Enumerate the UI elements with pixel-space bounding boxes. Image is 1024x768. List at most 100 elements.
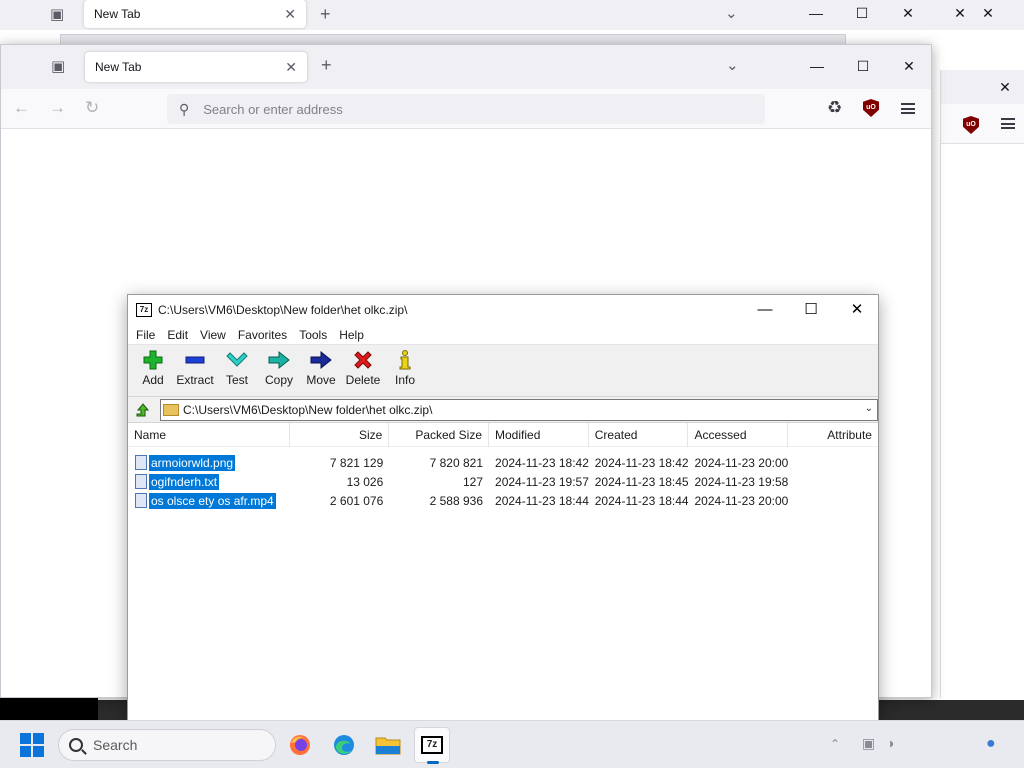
minimize-button[interactable]: — [804,6,828,20]
extract-label: Extract [176,373,214,387]
close-button[interactable]: ✕ [896,6,920,20]
file-size: 13 026 [346,474,384,489]
tab-list-icon[interactable]: ▣ [50,7,64,22]
extract-button[interactable]: Extract [174,349,216,387]
extensions-icon[interactable]: ♻ [827,99,842,116]
folder-icon [163,403,179,416]
close-button-2[interactable]: ✕ [948,6,972,20]
file-created: 2024-11-23 18:42 [594,455,689,470]
file-explorer-taskbar-button[interactable] [370,727,406,763]
path-field[interactable]: C:\Users\VM6\Desktop\New folder\het olkc… [160,398,878,421]
up-folder-button[interactable] [132,400,154,420]
close-button-3[interactable]: ✕ [976,6,1000,20]
file-row[interactable]: os olsce ety os afr.mp4 2 601 076 2 588 … [128,491,878,510]
check-icon [225,349,249,371]
taskbar-search[interactable] [58,729,276,761]
menu-bar: File Edit View Favorites Tools Help [128,325,878,345]
edge-icon [334,735,354,755]
file-list: Name Size Packed Size Modified Created A… [128,423,878,719]
image-file-icon [135,455,147,470]
chevron-down-icon[interactable]: ⌄ [725,6,738,21]
column-packed-size[interactable]: Packed Size [389,423,490,447]
close-button[interactable]: ✕ [842,302,872,317]
file-created: 2024-11-23 18:44 [594,493,689,508]
menu-view[interactable]: View [194,328,232,342]
info-button[interactable]: Info [384,349,426,387]
menu-favorites[interactable]: Favorites [232,328,293,342]
add-label: Add [142,373,164,387]
move-button[interactable]: Move [300,349,342,387]
file-accessed: 2024-11-23 20:00 [694,493,789,508]
chevron-down-icon[interactable]: ⌄ [726,58,739,73]
tab-list-icon[interactable]: ▣ [51,59,65,74]
window-title: C:\Users\VM6\Desktop\New folder\het olkc… [158,303,408,317]
nav-bar-right: uO [941,104,1024,144]
test-button[interactable]: Test [216,349,258,387]
active-indicator [427,761,439,764]
forward-icon[interactable]: → [49,99,66,116]
tab-new-tab[interactable]: New Tab ✕ [85,52,307,82]
start-button[interactable] [20,733,44,757]
copy-button[interactable]: Copy [258,349,300,387]
column-attributes[interactable]: Attribute [788,423,878,447]
menu-icon[interactable] [1001,118,1015,129]
maximize-button[interactable]: ☐ [851,59,875,73]
column-created[interactable]: Created [589,423,689,447]
nav-bar-main: ← → ↻ ⚲ ♻ uO [1,89,931,129]
file-accessed: 2024-11-23 19:58 [694,474,789,489]
network-icon[interactable]: ▣ [862,735,875,768]
column-size[interactable]: Size [290,423,390,447]
new-tab-icon[interactable]: + [320,5,331,23]
file-accessed: 2024-11-23 20:00 [694,455,789,470]
info-icon [393,349,417,371]
edge-taskbar-button[interactable] [326,727,362,763]
tab-new-tab[interactable]: New Tab ✕ [84,0,306,28]
back-icon[interactable]: ← [13,99,30,116]
7zip-window: 7z C:\Users\VM6\Desktop\New folder\het o… [127,294,879,722]
address-bar[interactable]: ⚲ [167,94,765,124]
file-row[interactable]: ogifnderh.txt 13 026 127 2024-11-23 19:5… [128,472,878,491]
move-label: Move [306,373,336,387]
file-name: os olsce ety os afr.mp4 [149,492,276,509]
chevron-down-icon[interactable]: ⌄ [865,403,873,414]
firefox-taskbar-button[interactable] [282,727,318,763]
ublock-icon[interactable]: uO [863,99,879,117]
file-name: ogifnderh.txt [149,473,220,490]
search-icon: ⚲ [179,100,190,117]
ublock-icon[interactable]: uO [963,116,979,134]
menu-tools[interactable]: Tools [293,328,333,342]
minimize-button[interactable]: — [805,59,829,73]
taskbar-search-input[interactable] [93,737,243,753]
maximize-button[interactable]: ☐ [796,302,826,317]
7zip-logo-icon: 7z [136,303,152,317]
menu-file[interactable]: File [130,328,161,342]
delete-x-icon [351,349,375,371]
file-size: 2 601 076 [329,493,384,508]
minimize-button[interactable]: — [750,302,780,317]
7zip-logo-icon: 7z [421,736,443,754]
menu-help[interactable]: Help [333,328,370,342]
file-row[interactable]: armoiorwld.png 7 821 129 7 820 821 2024-… [128,453,878,472]
add-button[interactable]: Add [132,349,174,387]
volume-icon[interactable]: ◑ [886,735,894,768]
maximize-button[interactable]: ☐ [850,6,874,20]
close-button-right[interactable]: ✕ [993,80,1017,94]
file-packed-size: 2 588 936 [429,493,484,508]
close-tab-icon[interactable]: ✕ [284,6,296,23]
address-input[interactable] [203,101,704,117]
7zip-taskbar-button[interactable]: 7z [414,727,450,764]
column-accessed[interactable]: Accessed [688,423,789,447]
column-modified[interactable]: Modified [489,423,589,447]
chevron-up-icon[interactable]: ⌃ [830,737,840,768]
menu-icon[interactable] [901,103,915,114]
reload-icon[interactable]: ↻ [85,99,99,116]
notification-bell-icon[interactable]: ● [986,735,996,768]
column-name[interactable]: Name [128,423,290,447]
close-tab-icon[interactable]: ✕ [285,59,297,76]
close-button[interactable]: ✕ [897,59,921,73]
plus-icon [141,349,165,371]
delete-button[interactable]: Delete [342,349,384,387]
minus-icon [183,349,207,371]
menu-edit[interactable]: Edit [161,328,194,342]
new-tab-icon[interactable]: + [321,56,332,74]
